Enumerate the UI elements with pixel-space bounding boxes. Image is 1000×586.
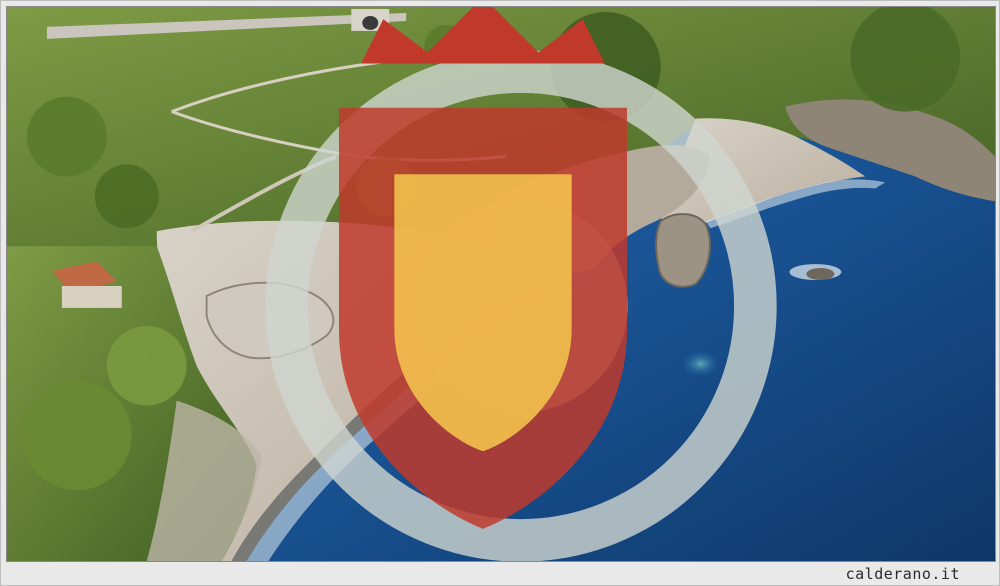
page-frame: calderano.it [0, 0, 1000, 586]
calderano-crest-icon [338, 7, 628, 529]
site-watermark[interactable]: calderano.it [846, 565, 960, 583]
aerial-photo [6, 6, 996, 562]
caption-bar: calderano.it [6, 564, 996, 583]
